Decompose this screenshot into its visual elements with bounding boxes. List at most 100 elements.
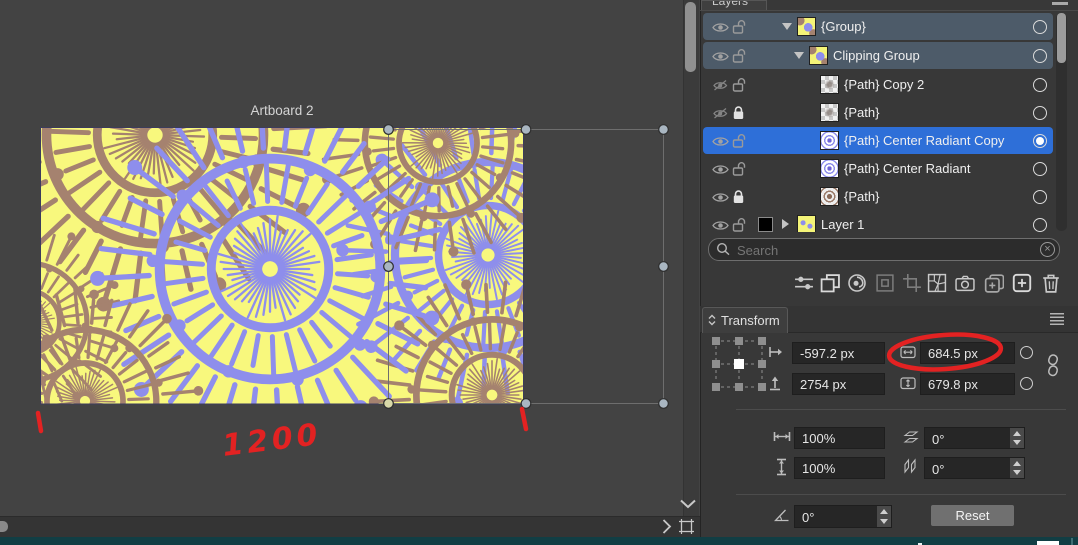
visibility-eye-icon[interactable]: [712, 50, 729, 63]
layer-row-group[interactable]: {Group}: [703, 13, 1053, 40]
duplicate-layer-icon[interactable]: [820, 273, 840, 293]
rotation-stepper[interactable]: [877, 506, 891, 527]
layer-row-center-radiant-copy-selected[interactable]: {Path} Center Radiant Copy: [703, 127, 1053, 154]
link-dimensions-icon[interactable]: [1046, 354, 1060, 377]
layer-color-swatch[interactable]: [758, 217, 773, 232]
y-position-field[interactable]: [792, 373, 885, 395]
visibility-eye-icon[interactable]: [712, 21, 729, 34]
scale-x-field[interactable]: [794, 427, 885, 449]
selection-handle[interactable]: [384, 399, 394, 409]
layers-search-box[interactable]: ×: [708, 238, 1060, 261]
anchor-point-selector[interactable]: [712, 337, 766, 393]
visibility-eye-icon[interactable]: [712, 135, 729, 148]
selection-handle[interactable]: [659, 262, 669, 272]
artboard-label[interactable]: Artboard 2: [40, 103, 524, 118]
layer-select-circle[interactable]: [1033, 190, 1047, 204]
layer-options-icon[interactable]: [794, 273, 814, 293]
scroll-down-chevron-icon[interactable]: [680, 499, 696, 509]
height-field[interactable]: [920, 373, 1015, 395]
lock-icon[interactable]: [732, 105, 746, 120]
canvas-vertical-scroll-thumb[interactable]: [685, 2, 696, 72]
unlock-icon[interactable]: [732, 217, 746, 232]
unlock-icon[interactable]: [732, 161, 746, 176]
adjustment-icon[interactable]: [847, 273, 867, 293]
selection-handle[interactable]: [521, 399, 531, 409]
unlock-icon[interactable]: [732, 133, 746, 148]
layer-select-circle-active[interactable]: [1033, 134, 1047, 148]
rotation-combo[interactable]: [794, 505, 892, 528]
reset-button[interactable]: Reset: [931, 505, 1014, 526]
anchor-center-selected[interactable]: [734, 359, 744, 369]
canvas-horizontal-scrollbar[interactable]: [0, 516, 700, 538]
pattern-grid-icon[interactable]: [927, 273, 947, 293]
layer-row-path[interactable]: {Path}: [703, 99, 1053, 126]
shear-x-stepper[interactable]: [1010, 428, 1024, 448]
visibility-eye-icon[interactable]: [712, 191, 729, 204]
layer-label: {Path} Center Radiant Copy: [844, 133, 1004, 148]
transform-tab-label: Transform: [721, 313, 780, 328]
rotation-angle-icon: [774, 508, 790, 522]
visibility-eye-icon[interactable]: [712, 219, 729, 232]
shear-x-field[interactable]: [925, 428, 1012, 450]
search-icon: [716, 242, 731, 257]
shear-y-stepper[interactable]: [1010, 458, 1024, 478]
artboard-frame-icon[interactable]: [678, 518, 695, 535]
selection-handle[interactable]: [521, 125, 531, 135]
width-option-circle[interactable]: [1020, 346, 1033, 359]
layer-row-layer-1[interactable]: Layer 1: [703, 211, 1053, 232]
visibility-hidden-eye-icon[interactable]: [712, 107, 729, 120]
height-icon: [900, 377, 916, 390]
width-field[interactable]: [920, 342, 1015, 364]
layer-row-clipping-group[interactable]: Clipping Group: [703, 42, 1053, 69]
scale-y-field[interactable]: [794, 457, 885, 479]
x-position-field[interactable]: [792, 342, 885, 364]
unlock-icon[interactable]: [732, 77, 746, 92]
height-option-circle[interactable]: [1020, 377, 1033, 390]
canvas-vertical-scrollbar[interactable]: [683, 0, 699, 516]
transform-panel-menu-icon[interactable]: [1048, 312, 1066, 326]
collapsed-triangle-icon[interactable]: [782, 219, 789, 229]
visibility-hidden-eye-icon[interactable]: [712, 79, 729, 92]
layers-scroll-thumb[interactable]: [1057, 13, 1066, 63]
delete-layer-icon[interactable]: [1041, 273, 1061, 293]
canvas-viewport[interactable]: Artboard 2: [0, 0, 700, 537]
expand-triangle-icon[interactable]: [782, 23, 792, 30]
add-layer-icon[interactable]: [1012, 273, 1032, 293]
expand-triangle-icon[interactable]: [794, 52, 804, 59]
selection-handle[interactable]: [384, 125, 394, 135]
search-clear-icon[interactable]: ×: [1040, 242, 1055, 257]
layer-select-circle[interactable]: [1033, 78, 1047, 92]
scroll-right-chevron-icon[interactable]: [662, 519, 672, 534]
shear-x-combo[interactable]: [924, 427, 1025, 449]
insert-inside-icon[interactable]: [875, 273, 895, 293]
artboard-canvas[interactable]: [40, 127, 524, 404]
lock-icon[interactable]: [732, 189, 746, 204]
width-icon: [900, 346, 916, 359]
unlock-icon[interactable]: [732, 48, 746, 63]
layer-select-circle[interactable]: [1033, 162, 1047, 176]
scale-y-icon: [776, 458, 787, 476]
shear-y-field[interactable]: [925, 458, 1012, 480]
selection-handle[interactable]: [659, 399, 669, 409]
tab-transform[interactable]: Transform: [702, 307, 788, 333]
rotation-field[interactable]: [795, 506, 882, 528]
layer-select-circle[interactable]: [1033, 106, 1047, 120]
new-layer-copy-icon[interactable]: [984, 273, 1004, 293]
layer-row-center-radiant[interactable]: {Path} Center Radiant: [703, 155, 1053, 182]
layer-select-circle[interactable]: [1033, 20, 1047, 34]
layer-thumbnail: [820, 75, 839, 94]
shear-y-combo[interactable]: [924, 457, 1025, 479]
selection-handle[interactable]: [659, 125, 669, 135]
mask-crop-icon[interactable]: [902, 273, 922, 293]
layer-select-circle[interactable]: [1033, 49, 1047, 63]
unlock-icon[interactable]: [732, 19, 746, 34]
collapse-chevrons-icon[interactable]: [708, 314, 716, 326]
layers-panel-menu-icon[interactable]: [1052, 2, 1068, 5]
layer-row-path-locked[interactable]: {Path}: [703, 183, 1053, 210]
layer-select-circle[interactable]: [1033, 218, 1047, 232]
search-input[interactable]: [735, 240, 1029, 260]
snapshot-camera-icon[interactable]: [955, 273, 975, 293]
selection-handle[interactable]: [384, 262, 394, 272]
visibility-eye-icon[interactable]: [712, 163, 729, 176]
layer-row-path-copy-2[interactable]: {Path} Copy 2: [703, 71, 1053, 98]
